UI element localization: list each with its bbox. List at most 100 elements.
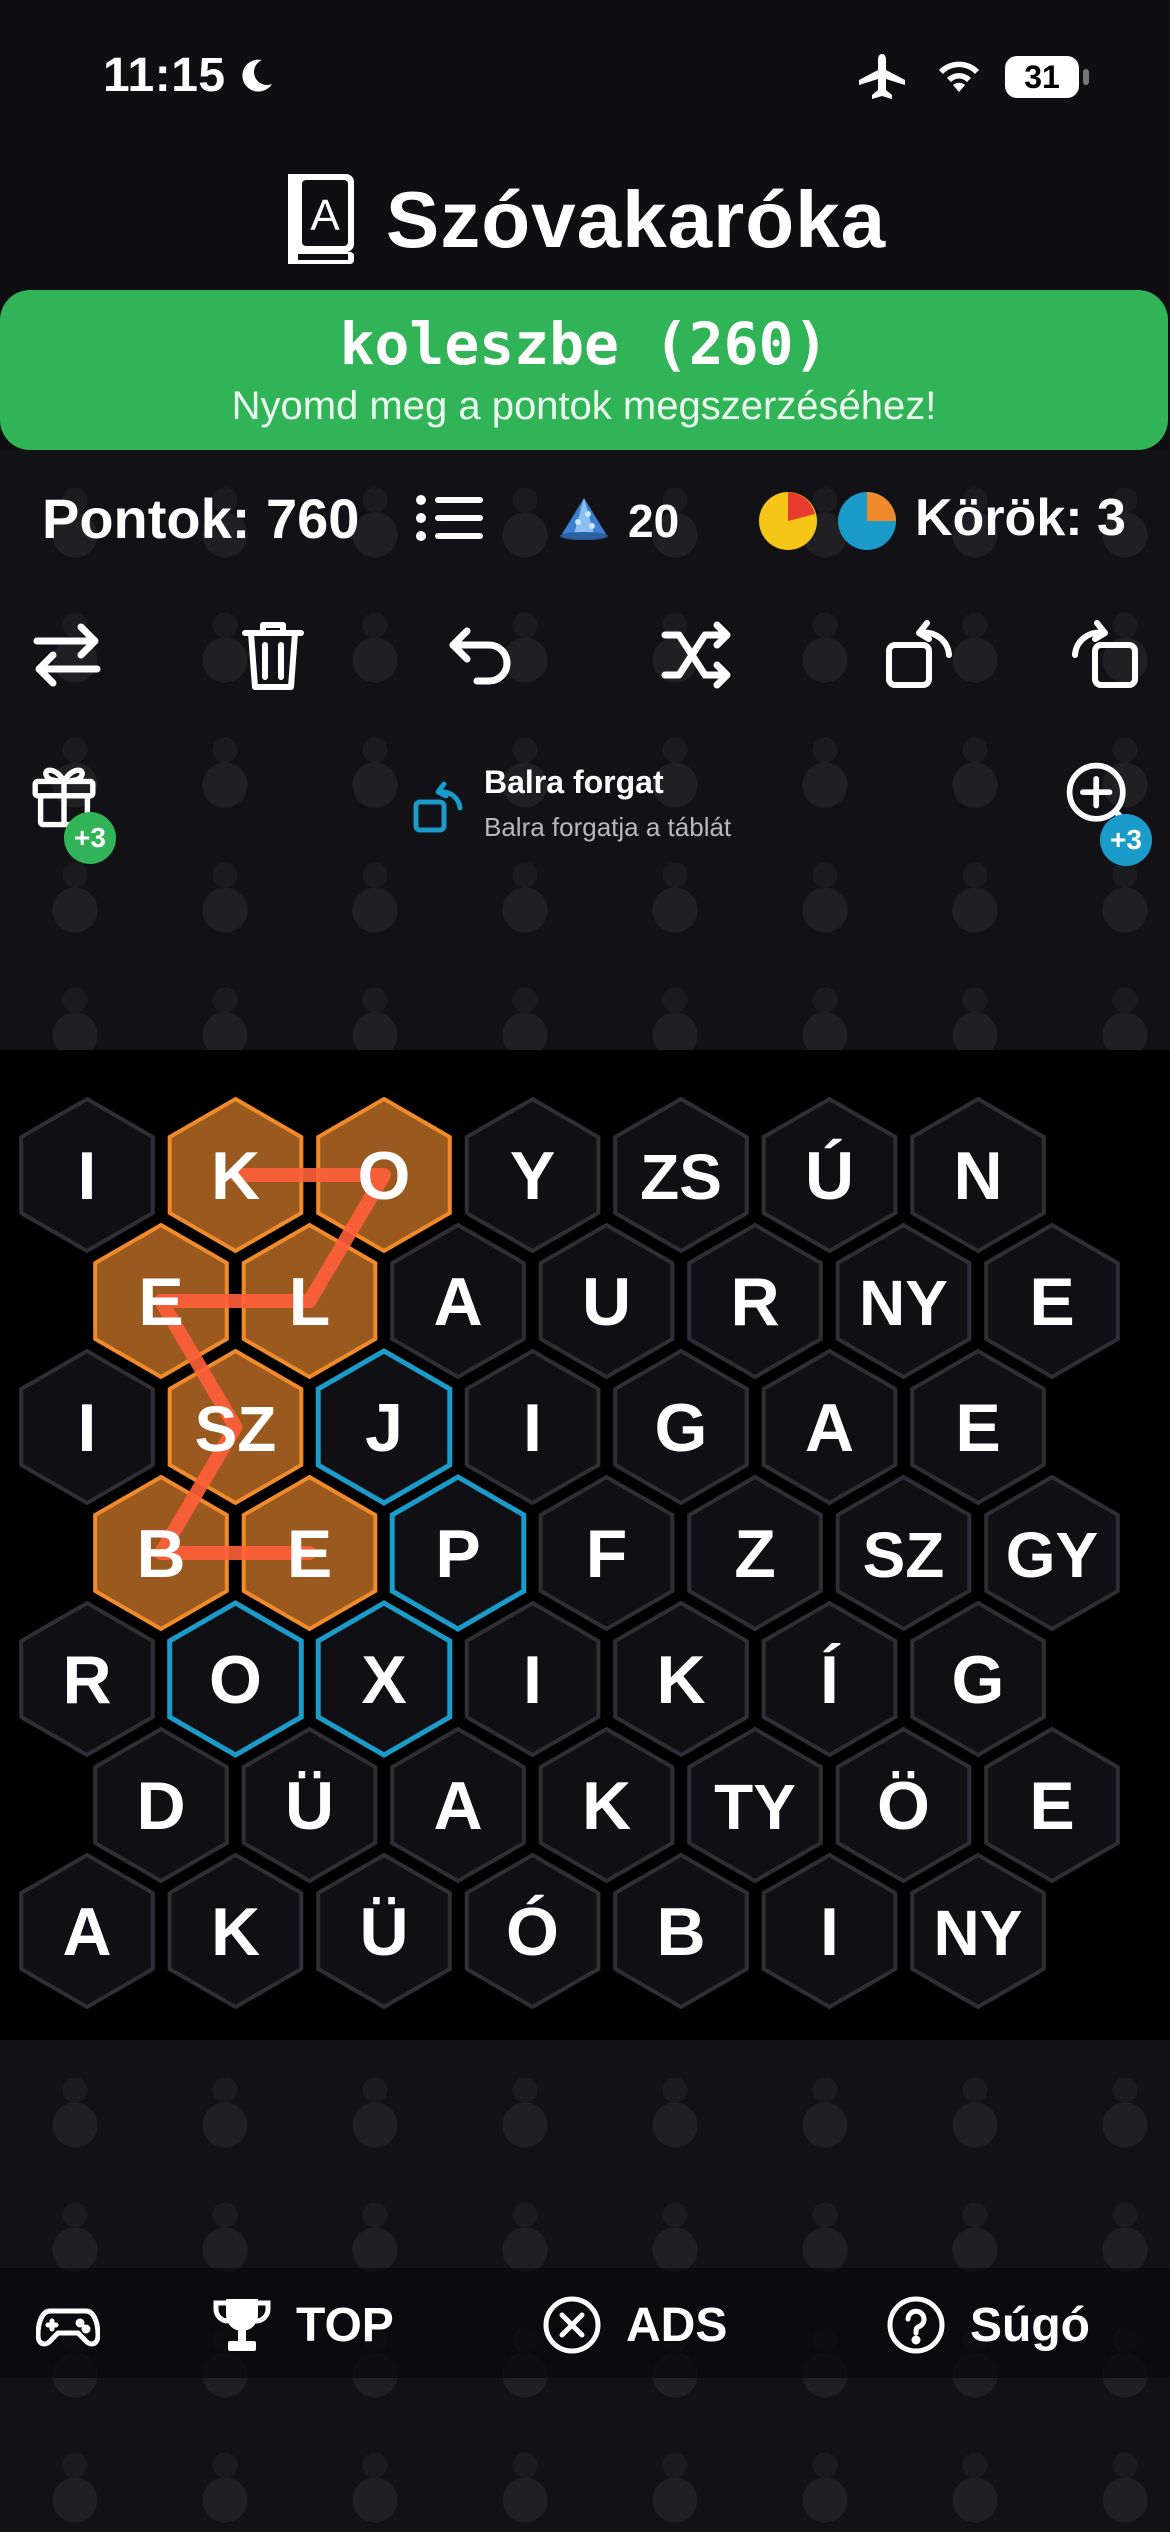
hex-tile-letter: Ü — [359, 1894, 408, 1970]
hex-tile-letter: A — [433, 1768, 482, 1844]
status-bar: 11:15 31 — [0, 0, 1170, 150]
hex-tile-letter: Ó — [506, 1894, 559, 1970]
current-word: koleszbe (260) — [339, 310, 829, 378]
nav-games[interactable] — [36, 2290, 122, 2360]
hex-tile-letter: I — [523, 1390, 542, 1466]
swap-icon — [33, 623, 101, 687]
submit-word-banner[interactable]: koleszbe (260) Nyomd meg a pontok megsze… — [0, 290, 1168, 450]
hex-tile-letter: ZS — [640, 1141, 722, 1213]
rotate-left-icon — [413, 781, 463, 833]
round-progress-icon — [838, 492, 896, 550]
game-board: I K O Y ZS Ú N E L A U R NY E I SZ J I G A E B E P F Z SZ GY R O X I K Í G… — [0, 1050, 1170, 2040]
hex-tile-letter: E — [138, 1264, 183, 1340]
hex-tile-letter: K — [582, 1768, 631, 1844]
undo-icon — [449, 627, 511, 685]
add-time-button[interactable]: +3 — [1062, 758, 1154, 866]
hex-tile-letter: R — [62, 1642, 111, 1718]
delete-button[interactable] — [228, 610, 318, 700]
hex-tile-letter: A — [805, 1390, 854, 1466]
hex-tile-letter: E — [955, 1390, 1000, 1466]
hex-tile-letter: B — [136, 1516, 185, 1592]
hex-tile-letter: X — [361, 1642, 406, 1718]
stats-row: Pontok: 760 20 Körök: 3 — [0, 470, 1170, 560]
hex-tile-letter: A — [62, 1894, 111, 1970]
hex-tile-letter: I — [78, 1138, 97, 1214]
hex-tile-letter: A — [433, 1264, 482, 1340]
toolbar — [0, 610, 1170, 710]
rotate-right-button[interactable] — [1058, 610, 1148, 700]
app-header: A Szóvakaróka — [0, 150, 1170, 290]
hex-tile-letter: E — [287, 1516, 332, 1592]
swap-button[interactable] — [22, 610, 112, 700]
hex-tile-letter: N — [953, 1138, 1002, 1214]
hex-tile-letter: I — [523, 1642, 542, 1718]
hex-tile-letter: Í — [820, 1642, 841, 1718]
score-label: Pontok: 760 — [42, 487, 360, 550]
hex-tile-letter: P — [435, 1516, 480, 1592]
hex-tile-letter: TY — [714, 1771, 796, 1843]
battery-cap — [1083, 69, 1089, 85]
gems-icon — [560, 498, 608, 540]
hex-tile-letter: J — [365, 1390, 403, 1466]
gamepad-icon — [36, 2308, 100, 2347]
undo-button[interactable] — [436, 610, 526, 700]
nav-top-label: TOP — [296, 2298, 394, 2352]
tooltip: Balra forgat Balra forgatja a táblát — [412, 760, 792, 850]
hex-board: I K O Y ZS Ú NE L A U R NY EI SZ J I G A EB E P F Z SZ GYR O X I K Í G… — [19, 1096, 1120, 2010]
hex-tile-letter: G — [952, 1642, 1005, 1718]
gift-count-badge: +3 — [64, 812, 116, 864]
battery-level: 31 — [1005, 56, 1079, 98]
nav-ads-label: ADS — [626, 2298, 728, 2352]
airplane-icon — [859, 54, 905, 99]
nav-ads[interactable]: ADS — [540, 2290, 727, 2360]
tooltip-description: Balra forgatja a táblát — [484, 812, 732, 842]
shuffle-button[interactable] — [652, 610, 742, 700]
hex-tile-letter: SZ — [195, 1393, 277, 1465]
hex-tile-letter: Z — [734, 1516, 776, 1592]
shuffle-icon — [661, 621, 731, 689]
hex-tile-letter: O — [209, 1642, 262, 1718]
hex-tile-letter: F — [586, 1516, 628, 1592]
hex-tile-letter: Ú — [805, 1138, 854, 1214]
hex-tile-letter: R — [730, 1264, 779, 1340]
word-list-icon[interactable] — [415, 492, 485, 544]
nav-help-label: Súgó — [970, 2298, 1090, 2352]
rotate-left-icon — [886, 620, 952, 688]
tooltip-title: Balra forgat — [484, 764, 664, 800]
hex-tile-letter: I — [78, 1390, 97, 1466]
status-time: 11:15 — [103, 49, 226, 102]
svg-text:A: A — [310, 191, 340, 240]
nav-top[interactable]: TOP — [210, 2290, 394, 2360]
powerup-row: +3 Balra forgat Balra forgatja a táblát … — [0, 748, 1170, 868]
app-title: Szóvakaróka — [385, 175, 887, 264]
hex-tile-letter: SZ — [863, 1519, 945, 1591]
hex-tile-letter: B — [656, 1894, 705, 1970]
hex-tile-letter: E — [1029, 1768, 1074, 1844]
rotate-left-button[interactable] — [876, 610, 966, 700]
trophy-icon — [213, 2299, 271, 2351]
wifi-icon — [939, 61, 979, 92]
hex-tile-letter: U — [582, 1264, 631, 1340]
rounds-label: Körök: 3 — [915, 489, 1126, 547]
help-circle-icon — [887, 2296, 945, 2354]
hex-tile-letter: Ü — [285, 1768, 334, 1844]
hex-tile-letter: K — [211, 1138, 260, 1214]
hex-tile-letter: O — [358, 1138, 411, 1214]
hex-tile-letter: L — [289, 1264, 331, 1340]
trash-icon — [242, 622, 304, 690]
hex-tile-letter: NY — [934, 1897, 1023, 1969]
rotate-right-icon — [1072, 620, 1138, 688]
moon-icon — [242, 59, 272, 92]
nav-help[interactable]: Súgó — [884, 2290, 1090, 2360]
hex-tile-letter: G — [655, 1390, 708, 1466]
bottom-nav: TOP ADS Súgó — [0, 2268, 1170, 2378]
hex-tile-letter: NY — [859, 1267, 948, 1339]
hex-tile-letter: E — [1029, 1264, 1074, 1340]
hex-tile-letter: GY — [1006, 1519, 1098, 1591]
gift-button[interactable]: +3 — [28, 758, 118, 864]
close-circle-icon — [543, 2296, 601, 2354]
banner-hint: Nyomd meg a pontok megszerzéséhez! — [231, 384, 937, 428]
hex-tile-letter: I — [820, 1894, 839, 1970]
hex-tile-letter: K — [656, 1642, 705, 1718]
hex-tile-letter: D — [136, 1768, 185, 1844]
